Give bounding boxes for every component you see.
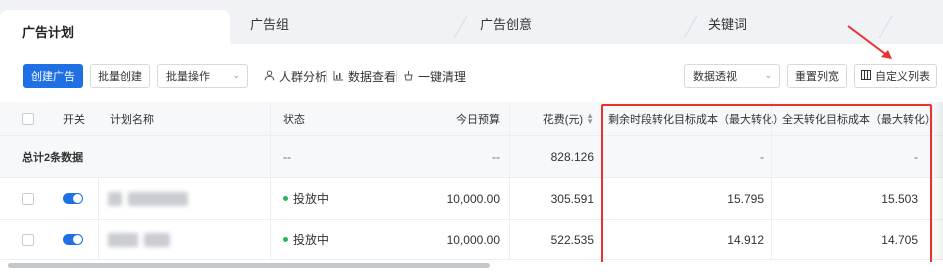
header-remaining-cost[interactable]: 剩余时段转化目标成本（最大转化） (608, 102, 784, 135)
reset-column-width-button[interactable]: 重置列宽 (787, 64, 847, 88)
status-label: 投放中 (293, 233, 330, 247)
table-row[interactable]: 投放中 10,000.00 305.591 15.795 15.503 (0, 178, 943, 220)
toggle-switch[interactable] (63, 234, 83, 245)
ad-plan-table: 开关 计划名称 状态 今日预算 花费(元) ▲ ▼ 剩余时段转化目标成本（最大转化… (0, 102, 943, 260)
divider (396, 70, 397, 82)
row-status: 投放中 (283, 220, 329, 259)
sort-icon[interactable]: ▲ ▼ (586, 111, 594, 125)
header-status[interactable]: 状态 (283, 102, 305, 135)
one-click-clean-label: 一键清理 (418, 70, 467, 84)
total-budget: -- (492, 149, 500, 164)
checkbox[interactable] (22, 192, 34, 205)
chevron-down-icon: ⌄ (764, 70, 772, 80)
tab-divider (683, 16, 698, 38)
redacted-block (128, 191, 188, 206)
tab-bar: 广告计划 广告组 广告创意 关键词 (0, 0, 943, 44)
total-remaining-cost: - (760, 149, 764, 164)
row-toggle-cell[interactable] (63, 220, 83, 259)
checkbox[interactable] (22, 112, 34, 125)
row-full-day-cost: 14.705 (881, 232, 918, 247)
crowd-analysis-label: 人群分析 (279, 70, 328, 84)
column-divider (270, 102, 271, 135)
tab-ad-creative[interactable]: 广告创意 (480, 14, 532, 44)
scrollbar-thumb[interactable] (8, 263, 490, 268)
one-click-clean-button[interactable]: 一键清理 (403, 68, 466, 85)
bar-chart-icon (333, 70, 344, 84)
row-checkbox-cell[interactable] (22, 178, 34, 219)
batch-ops-label: 批量操作 (166, 71, 210, 83)
plan-name-redacted[interactable] (108, 220, 170, 259)
tab-divider (453, 16, 468, 38)
row-budget: 10,000.00 (446, 191, 500, 206)
custom-columns-button[interactable]: 自定义列表 (854, 64, 937, 88)
tab-ad-group[interactable]: 广告组 (250, 14, 289, 44)
data-view-button[interactable]: 数据查看 (333, 68, 396, 85)
redacted-block (108, 191, 122, 206)
annotation-arrow-icon (847, 25, 892, 59)
grid-icon (861, 69, 871, 83)
divider (326, 70, 327, 82)
batch-ops-select[interactable]: 批量操作 ⌄ (157, 64, 248, 88)
tab-label: 广告组 (250, 17, 290, 32)
row-remaining-cost: 15.795 (727, 191, 764, 206)
chevron-down-icon: ⌄ (232, 70, 240, 80)
custom-columns-label: 自定义列表 (875, 71, 930, 83)
create-ad-button[interactable]: 创建广告 (23, 64, 83, 88)
column-divider (771, 102, 772, 135)
redacted-block (108, 232, 138, 247)
row-status: 投放中 (283, 178, 329, 219)
tab-label: 广告计划 (22, 25, 75, 40)
total-spend: 828.126 (550, 149, 594, 164)
column-divider (270, 178, 271, 219)
header-budget[interactable]: 今日预算 (400, 102, 500, 135)
status-dot-icon (283, 196, 288, 201)
header-plan-name[interactable]: 计划名称 (110, 102, 154, 135)
data-pivot-label: 数据透视 (693, 71, 737, 83)
person-icon (264, 70, 275, 84)
table-total-row: 总计2条数据 -- -- 828.126 - - (0, 136, 943, 178)
data-pivot-select[interactable]: 数据透视 ⌄ (684, 64, 780, 88)
row-full-day-cost: 15.503 (881, 191, 918, 206)
redacted-block (144, 232, 170, 247)
column-divider (601, 102, 602, 135)
header-spend-label: 花费(元) (542, 113, 584, 126)
row-remaining-cost: 14.912 (727, 232, 764, 247)
row-toggle-cell[interactable] (63, 178, 83, 219)
row-budget: 10,000.00 (446, 232, 500, 247)
horizontal-scroll-shadow (933, 102, 943, 260)
batch-create-button[interactable]: 批量创建 (90, 64, 150, 88)
table-row[interactable]: 投放中 10,000.00 522.535 14.912 14.705 (0, 220, 943, 260)
header-toggle: 开关 (63, 113, 85, 126)
total-status: -- (283, 149, 291, 164)
row-spend: 522.535 (550, 232, 594, 247)
column-divider (270, 136, 271, 177)
crowd-analysis-button[interactable]: 人群分析 (264, 68, 327, 85)
table-header: 开关 计划名称 状态 今日预算 花费(元) ▲ ▼ 剩余时段转化目标成本（最大转化… (0, 102, 943, 136)
tab-ad-plan[interactable]: 广告计划 (0, 10, 230, 44)
checkbox[interactable] (22, 233, 34, 246)
header-spend[interactable]: 花费(元) ▲ ▼ (510, 102, 594, 135)
row-checkbox-cell[interactable] (22, 220, 34, 259)
row-spend: 305.591 (550, 191, 594, 206)
tab-label: 关键词 (708, 17, 748, 32)
tab-label: 广告创意 (480, 17, 533, 32)
plan-name-redacted[interactable] (108, 178, 188, 219)
column-divider (270, 220, 271, 259)
select-all-checkbox[interactable] (22, 102, 34, 135)
toolbar: 创建广告 批量创建 批量操作 ⌄ 人群分析 数据查看 一键清理 数据透视 ⌄ 重… (0, 44, 943, 102)
status-dot-icon (283, 237, 288, 242)
tab-keywords[interactable]: 关键词 (708, 14, 747, 44)
header-full-day-cost[interactable]: 全天转化目标成本（最大转化） (782, 102, 936, 135)
toggle-switch[interactable] (63, 193, 83, 204)
status-label: 投放中 (293, 192, 330, 206)
total-label: 总计2条数据 (22, 151, 84, 164)
horizontal-scrollbar[interactable] (0, 262, 943, 276)
column-divider (98, 178, 99, 219)
data-view-label: 数据查看 (348, 70, 397, 84)
total-full-day-cost: - (914, 149, 918, 164)
broom-icon (403, 70, 414, 84)
column-divider (98, 220, 99, 259)
